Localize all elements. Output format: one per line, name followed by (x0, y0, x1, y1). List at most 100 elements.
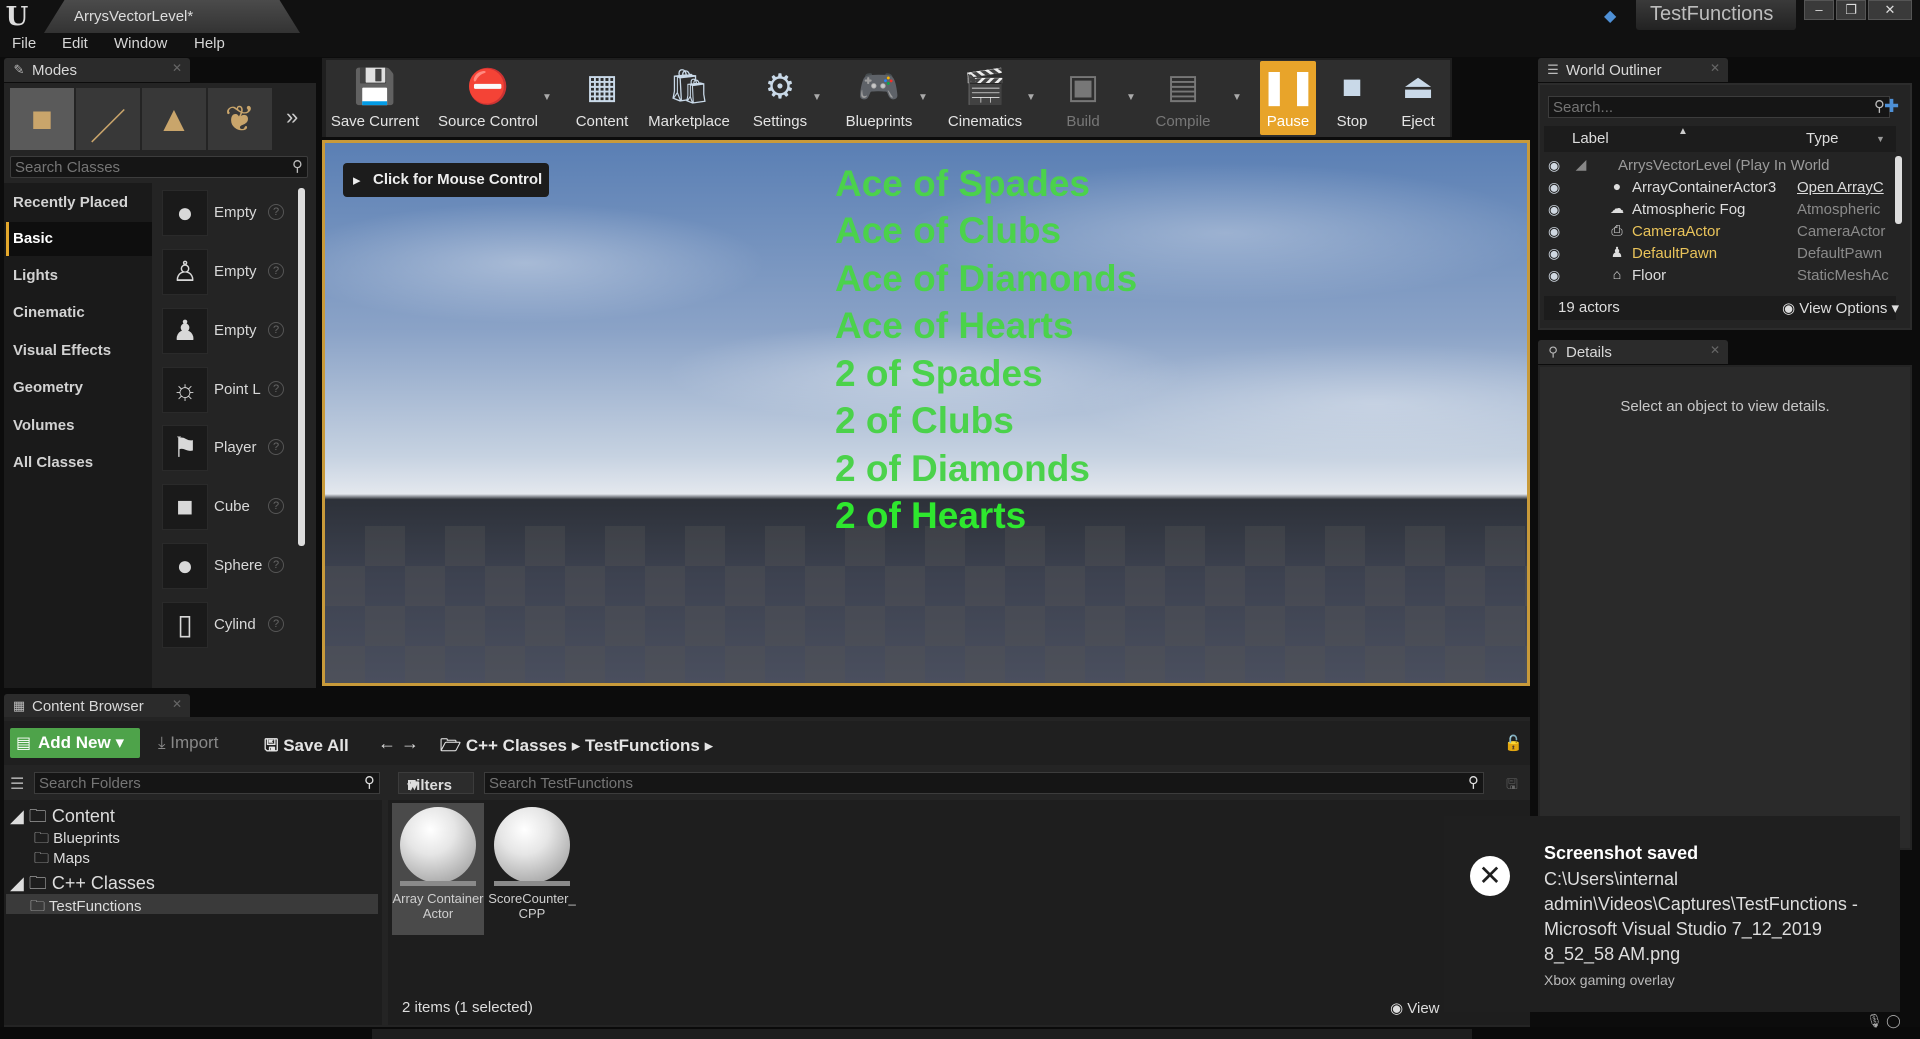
chevron-down-icon[interactable]: ▼ (1876, 134, 1885, 144)
source-control-dropdown-icon[interactable]: ▼ (542, 92, 552, 103)
help-icon[interactable]: ? (268, 322, 284, 338)
column-label[interactable]: Label (1572, 130, 1609, 147)
category-cinematic[interactable]: Cinematic (6, 296, 152, 330)
add-new-button[interactable]: ▤ Add New ▾ (10, 728, 140, 758)
tree-item-maps[interactable]: 🗀 Maps (34, 848, 90, 873)
tree-expand-icon[interactable]: ◢ (10, 873, 29, 893)
blueprints-dropdown-icon[interactable]: ▼ (918, 92, 928, 103)
outliner-row[interactable]: ◉ ⎙ CameraActor CameraActor (1544, 220, 1896, 242)
blueprints-button[interactable]: 🎮 Blueprints (836, 61, 922, 135)
build-button[interactable]: ▣ Build (1050, 61, 1116, 135)
settings-dropdown-icon[interactable]: ▼ (812, 92, 822, 103)
folder-search-input[interactable] (39, 774, 339, 792)
category-all-classes[interactable]: All Classes (6, 446, 152, 480)
search-icon[interactable]: ⚲ (364, 773, 375, 791)
category-recently-placed[interactable]: Recently Placed (6, 186, 152, 220)
save-all-button[interactable]: 🖫 Save All (264, 733, 349, 762)
minimize-button[interactable]: – (1804, 0, 1834, 20)
help-icon[interactable]: ? (268, 381, 284, 397)
asset-tile-score-counter-cpp[interactable]: ScoreCounter_ CPP (486, 803, 578, 935)
breadcrumb-cpp-classes[interactable]: C++ Classes (466, 736, 567, 755)
save-search-icon[interactable]: 🖫 (1506, 774, 1518, 798)
document-tab[interactable]: ArrysVectorLevel* (44, 0, 300, 33)
compile-button[interactable]: ▤ Compile (1148, 61, 1218, 135)
tree-item-test-functions[interactable]: 🗀 TestFunctions (30, 896, 141, 921)
category-volumes[interactable]: Volumes (6, 409, 152, 443)
foliage-mode-button[interactable]: ❦ (208, 88, 272, 150)
menu-file[interactable]: File (12, 35, 36, 52)
close-icon[interactable]: ✕ (172, 697, 182, 711)
category-geometry[interactable]: Geometry (6, 371, 152, 405)
forward-arrow-icon[interactable]: → (401, 733, 419, 753)
import-button[interactable]: ⤓ Import (158, 733, 218, 753)
asset-empty-pawn[interactable]: ♟ Empty ? (162, 304, 290, 362)
asset-search-input[interactable] (489, 774, 1449, 792)
asset-player-start[interactable]: ⚑ Player ? (162, 421, 290, 479)
view-options-button[interactable]: ◉ View Options ▾ (1782, 299, 1899, 317)
stop-button[interactable]: ■ Stop (1322, 61, 1382, 135)
build-dropdown-icon[interactable]: ▼ (1126, 92, 1136, 103)
category-basic[interactable]: Basic (6, 222, 152, 256)
mouse-control-button[interactable]: ▸ Click for Mouse Control (343, 163, 549, 197)
view-options-button[interactable]: ◉ View (1390, 999, 1440, 1017)
cinematics-dropdown-icon[interactable]: ▼ (1026, 92, 1036, 103)
place-mode-button[interactable]: ■ (10, 88, 74, 150)
close-icon[interactable]: ✕ (1710, 343, 1720, 357)
help-icon[interactable]: ? (268, 557, 284, 573)
eye-icon[interactable]: ◉ (1548, 245, 1560, 262)
modes-scrollbar[interactable] (298, 188, 305, 546)
breadcrumb-separator-icon[interactable]: ▸ (705, 736, 714, 755)
category-lights[interactable]: Lights (6, 259, 152, 293)
outliner-row[interactable]: ◉ ● ArrayContainerActor3 Open ArrayC (1544, 176, 1896, 198)
maximize-button[interactable]: ❐ (1836, 0, 1866, 20)
eject-button[interactable]: ⏏ Eject (1388, 61, 1448, 135)
help-icon[interactable]: ? (268, 616, 284, 632)
eye-icon[interactable]: ◉ (1548, 179, 1560, 196)
more-modes-icon[interactable]: » (286, 104, 298, 130)
help-icon[interactable]: ? (268, 204, 284, 220)
asset-tile-array-container-actor[interactable]: Array Container Actor (392, 803, 484, 935)
asset-empty-actor[interactable]: ● Empty ? (162, 186, 290, 244)
details-tab[interactable]: ⚲ Details ✕ (1538, 340, 1728, 364)
tree-expand-icon[interactable]: ◢ (10, 806, 29, 826)
outliner-row[interactable]: ◉ ◢ ArrysVectorLevel (Play In World (1544, 154, 1896, 176)
help-icon[interactable]: ? (268, 498, 284, 514)
world-outliner-tab[interactable]: ☰ World Outliner ✕ (1538, 58, 1728, 82)
class-search-input[interactable] (15, 158, 281, 176)
modes-tab[interactable]: ✎ Modes ✕ (4, 58, 190, 82)
help-icon[interactable]: ? (268, 439, 284, 455)
column-type[interactable]: Type (1806, 130, 1839, 147)
menu-window[interactable]: Window (114, 35, 167, 52)
category-visual-effects[interactable]: Visual Effects (6, 334, 152, 368)
outliner-search-input[interactable] (1553, 98, 1853, 116)
breadcrumb-separator-icon[interactable]: ▸ (572, 736, 585, 755)
landscape-mode-button[interactable]: ▲ (142, 88, 206, 150)
asset-empty-character[interactable]: ♙ Empty ? (162, 245, 290, 303)
outliner-row[interactable]: ◉ ⌂ Floor StaticMeshAc (1544, 264, 1896, 286)
eye-icon[interactable]: ◉ (1548, 223, 1560, 240)
menu-edit[interactable]: Edit (62, 35, 88, 52)
outliner-row[interactable]: ◉ ♟ DefaultPawn DefaultPawn (1544, 242, 1896, 264)
sources-panel-toggle-icon[interactable]: ☰ (10, 774, 24, 794)
pause-button[interactable]: ❚❚ Pause (1260, 61, 1317, 135)
back-arrow-icon[interactable]: ← (378, 733, 396, 753)
breadcrumb-test-functions[interactable]: TestFunctions (585, 736, 700, 755)
content-browser-tab[interactable]: ▦ Content Browser ✕ (4, 694, 190, 718)
eye-icon[interactable]: ◉ (1548, 201, 1560, 218)
compile-dropdown-icon[interactable]: ▼ (1232, 92, 1242, 103)
source-control-button[interactable]: ⛔ Source Control (430, 61, 546, 135)
microphone-icon[interactable]: 🎙 ◯ (1866, 1013, 1901, 1029)
marketplace-button[interactable]: 🛍 Marketplace (642, 61, 736, 135)
content-button[interactable]: ▦ Content (566, 61, 638, 135)
save-current-button[interactable]: 💾 Save Current (328, 61, 422, 135)
eye-icon[interactable]: ◉ (1548, 267, 1560, 284)
asset-point-light[interactable]: ☼ Point L ? (162, 363, 290, 421)
help-icon[interactable]: ? (268, 263, 284, 279)
close-button[interactable]: ✕ (1868, 0, 1912, 20)
outliner-row-type[interactable]: Open ArrayC (1797, 179, 1889, 196)
filters-button[interactable]: ▼ Filters ▾ (398, 772, 474, 795)
search-icon[interactable]: ⚲ (292, 157, 303, 175)
outliner-scrollbar[interactable] (1895, 156, 1902, 224)
search-icon[interactable]: ⚲ (1468, 773, 1479, 791)
asset-cylinder[interactable]: ▯ Cylind ? (162, 598, 290, 656)
